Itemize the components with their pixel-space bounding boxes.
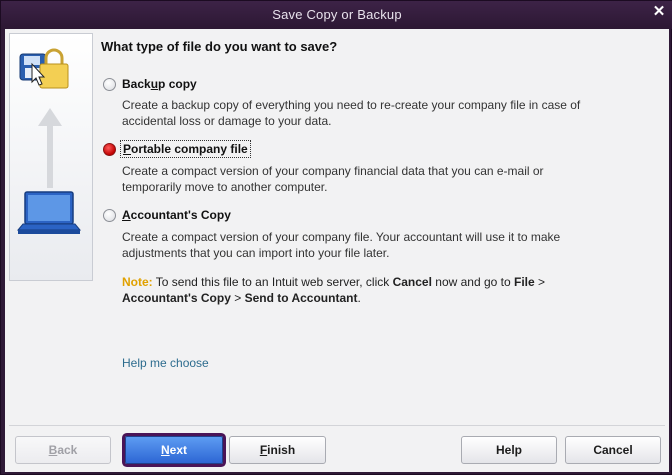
option-backup-copy[interactable]: Backup copy: [103, 74, 199, 94]
back-button[interactable]: Back: [15, 436, 111, 464]
illustration-panel: [9, 33, 93, 281]
finish-button[interactable]: Finish: [229, 436, 326, 464]
button-bar: Back Next Finish Help Cancel: [9, 425, 665, 469]
upload-arrow-icon: [38, 108, 62, 188]
next-button[interactable]: Next: [125, 436, 223, 464]
radio-accountants-copy[interactable]: [103, 208, 116, 222]
help-me-choose-link[interactable]: Help me choose: [122, 356, 209, 370]
option-label-accountants-copy[interactable]: Accountant's Copy: [120, 207, 233, 223]
option-label-backup-copy[interactable]: Backup copy: [120, 76, 199, 92]
option-label-portable-company-file[interactable]: Portable company file: [120, 140, 251, 158]
cancel-button[interactable]: Cancel: [565, 436, 661, 464]
laptop-icon: [16, 191, 82, 234]
illustration: [16, 48, 82, 234]
radio-backup-copy[interactable]: [103, 77, 116, 91]
option-desc-backup-copy: Create a backup copy of everything you n…: [122, 98, 581, 128]
note-label: Note:: [122, 275, 153, 289]
option-accountants-copy[interactable]: Accountant's Copy: [103, 205, 233, 225]
option-desc-accountants-copy: Create a compact version of your company…: [122, 230, 561, 260]
note-text: Note: To send this file to an Intuit web…: [122, 275, 546, 305]
help-button[interactable]: Help: [461, 436, 557, 464]
dialog-body: What type of file do you want to save? B…: [5, 29, 669, 472]
main-content: What type of file do you want to save? B…: [95, 29, 665, 429]
question-heading: What type of file do you want to save?: [101, 39, 338, 54]
radio-portable-company-file[interactable]: [103, 142, 116, 156]
floppy-disk-lock-icon: [19, 48, 69, 89]
dialog-window: Save Copy or Backup ✕ What type of file …: [0, 0, 672, 475]
option-portable-company-file[interactable]: Portable company file: [103, 139, 251, 159]
title-bar[interactable]: Save Copy or Backup ✕: [1, 1, 672, 29]
close-icon[interactable]: ✕: [651, 4, 667, 20]
option-desc-portable-company-file: Create a compact version of your company…: [122, 164, 544, 194]
window-title: Save Copy or Backup: [272, 7, 402, 22]
